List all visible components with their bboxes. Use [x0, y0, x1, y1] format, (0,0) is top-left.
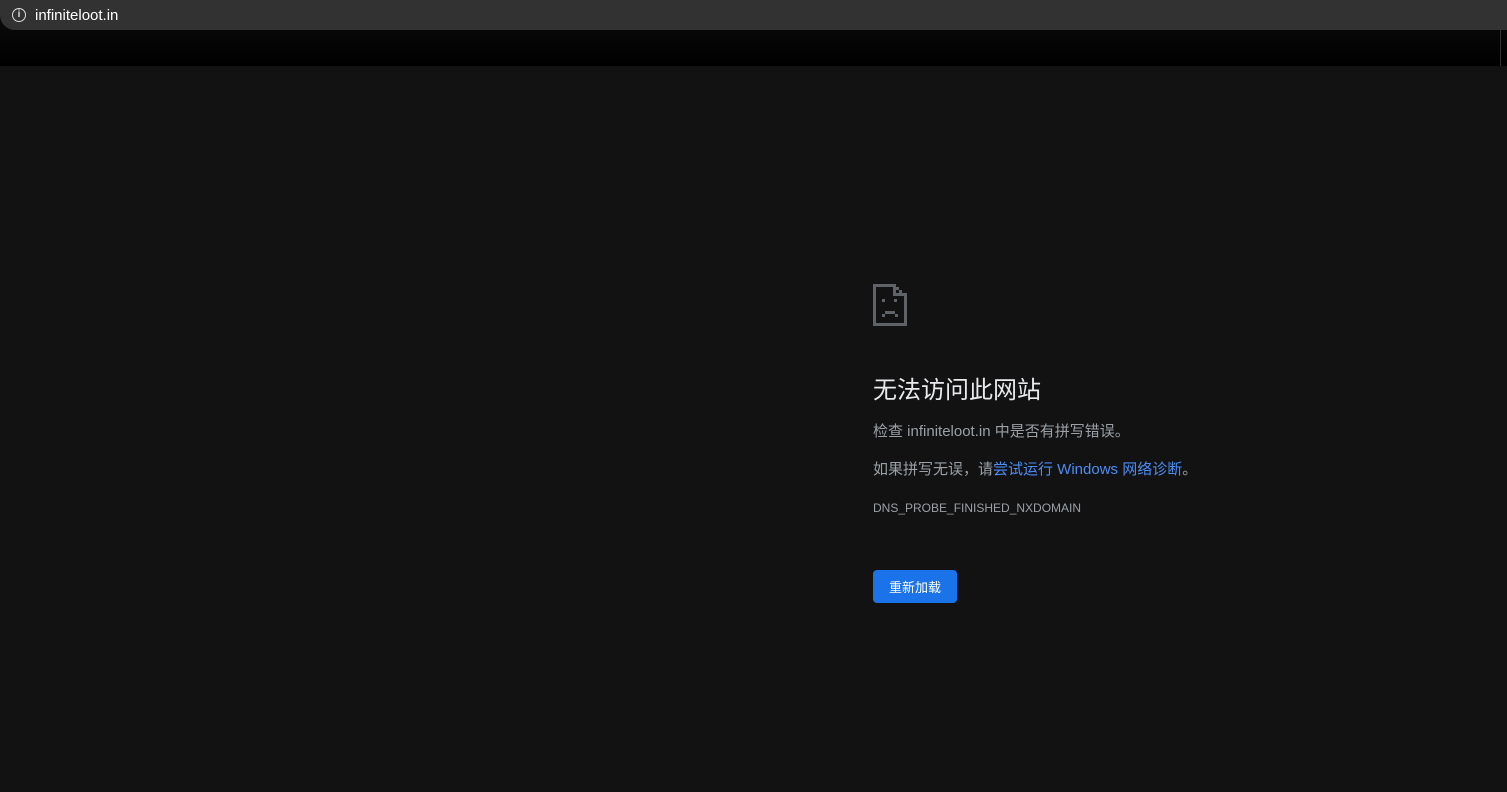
error-page: 无法访问此网站 检查 infiniteloot.in 中是否有拼写错误。 如果拼… — [873, 284, 1433, 603]
network-diagnostics-link[interactable]: 尝试运行 Windows 网络诊断 — [993, 461, 1182, 478]
error-title: 无法访问此网站 — [873, 377, 1041, 404]
info-icon[interactable]: i — [12, 8, 26, 22]
browser-toolbar: i infiniteloot.in — [0, 0, 1507, 66]
error-code: DNS_PROBE_FINISHED_NXDOMAIN — [873, 501, 1082, 515]
url-text[interactable]: infiniteloot.in — [35, 7, 118, 24]
divider — [1500, 30, 1501, 66]
reload-button[interactable]: 重新加载 — [873, 570, 957, 603]
spelling-check-text: 检查 infiniteloot.in 中是否有拼写错误。 — [873, 423, 1130, 440]
diagnostics-suggestion: 如果拼写无误，请尝试运行 Windows 网络诊断。 — [873, 461, 1198, 478]
sad-document-icon — [873, 284, 907, 326]
address-bar[interactable]: i infiniteloot.in — [0, 0, 1507, 30]
